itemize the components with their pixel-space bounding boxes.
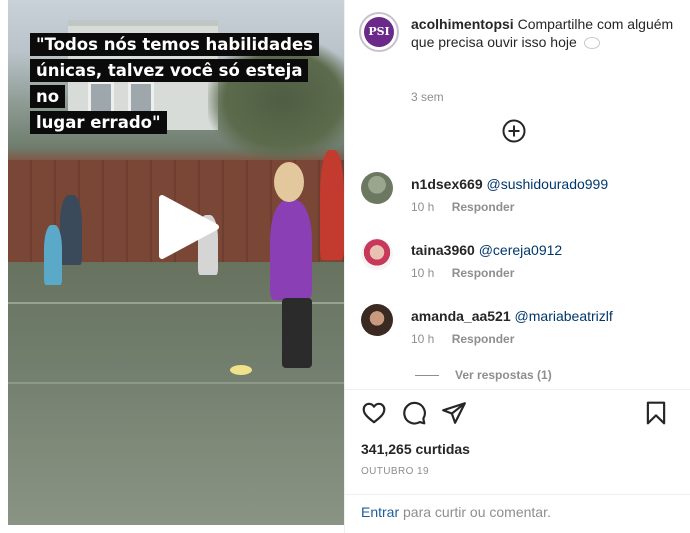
login-link[interactable]: Entrar xyxy=(361,504,399,520)
reply-button[interactable]: Responder xyxy=(452,266,515,280)
post-date: OUTUBRO 19 xyxy=(361,466,429,477)
divider xyxy=(345,389,690,390)
comment-username[interactable]: taina3960 xyxy=(411,242,475,258)
bookmark-icon[interactable] xyxy=(643,400,669,426)
avatar[interactable]: PSI xyxy=(359,12,399,52)
plus-circle-icon[interactable] xyxy=(501,118,527,144)
comment-mention[interactable]: @mariabeatrizlf xyxy=(515,308,613,324)
comment-time: 10 h xyxy=(411,266,435,280)
post-time: 3 sem xyxy=(411,90,444,104)
comment-meta: 10 h Responder xyxy=(411,266,514,280)
comment-login-text: para curtir ou comentar. xyxy=(403,504,551,520)
comment-avatar[interactable] xyxy=(361,304,393,336)
comment-item: taina3960 @cereja0912 10 h Responder xyxy=(361,238,681,294)
avatar-logo: PSI xyxy=(364,17,394,47)
video-caption-line-2: únicas, talvez você só esteja no xyxy=(30,59,309,108)
background-child xyxy=(44,225,62,285)
comment-item: n1dsex669 @sushidourado999 10 h Responde… xyxy=(361,172,681,228)
view-replies-label: Ver respostas (1) xyxy=(455,368,552,382)
post-caption: acolhimentopsi Compartilhe com alguém qu… xyxy=(411,15,681,51)
video-caption-line-1: "Todos nós temos habilidades xyxy=(30,33,319,56)
comment-mention[interactable]: @cereja0912 xyxy=(479,242,563,258)
send-icon[interactable] xyxy=(441,400,467,426)
video-caption-line-3: lugar errado" xyxy=(30,111,167,134)
divider xyxy=(345,494,690,495)
comment-mention[interactable]: @sushidourado999 xyxy=(487,176,609,192)
comment-time: 10 h xyxy=(411,332,435,346)
like-count[interactable]: 341,265 curtidas xyxy=(361,441,470,457)
post-username[interactable]: acolhimentopsi xyxy=(411,16,514,32)
video-player[interactable]: "Todos nós temos habilidades únicas, tal… xyxy=(8,0,344,525)
play-icon[interactable] xyxy=(156,194,220,260)
girl-player xyxy=(270,200,312,300)
post-side-panel: PSI acolhimentopsi Compartilhe com algué… xyxy=(344,0,690,533)
reply-button[interactable]: Responder xyxy=(452,200,515,214)
girl-player-head xyxy=(274,162,304,202)
comment-time: 10 h xyxy=(411,200,435,214)
view-replies-button[interactable]: Ver respostas (1) xyxy=(415,368,552,382)
comment-text: amanda_aa521 @mariabeatrizlf xyxy=(411,307,613,325)
background-person xyxy=(60,195,82,265)
comment-avatar[interactable] xyxy=(361,172,393,204)
comment-text: taina3960 @cereja0912 xyxy=(411,241,562,259)
comment-login-prompt: Entrar para curtir ou comentar. xyxy=(361,504,551,520)
heart-icon[interactable] xyxy=(361,400,387,426)
replies-dash xyxy=(415,375,439,377)
video-caption: "Todos nós temos habilidades únicas, tal… xyxy=(30,32,330,136)
comment-username[interactable]: amanda_aa521 xyxy=(411,308,511,324)
reply-button[interactable]: Responder xyxy=(452,332,515,346)
comment-avatar[interactable] xyxy=(361,238,393,270)
girl-player-legs xyxy=(282,298,312,368)
post-actions xyxy=(361,400,671,426)
comment-meta: 10 h Responder xyxy=(411,200,514,214)
comment-item: amanda_aa521 @mariabeatrizlf 10 h Respon… xyxy=(361,304,681,360)
comment-text: n1dsex669 @sushidourado999 xyxy=(411,175,608,193)
comment-icon[interactable] xyxy=(401,400,427,426)
comment-username[interactable]: n1dsex669 xyxy=(411,176,483,192)
soccer-cone xyxy=(230,365,252,375)
comment-meta: 10 h Responder xyxy=(411,332,514,346)
emoji-icon xyxy=(583,37,600,50)
background-person xyxy=(320,150,344,260)
